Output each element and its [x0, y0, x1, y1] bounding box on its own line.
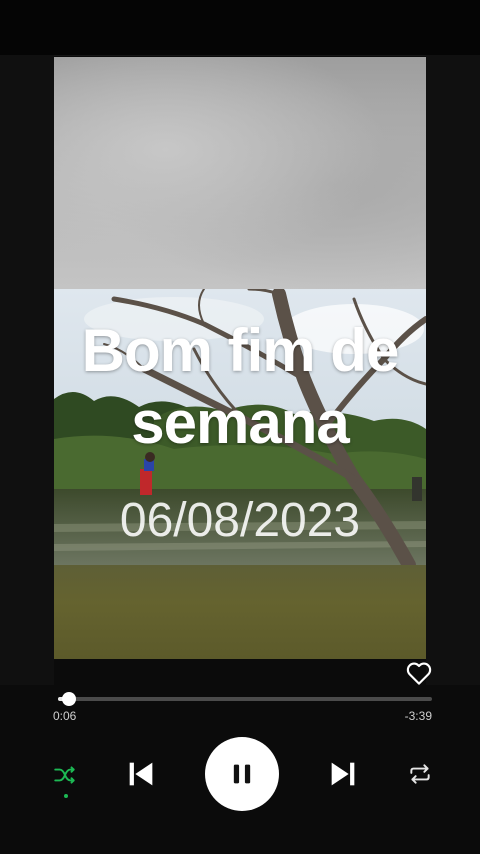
- story-date: 06/08/2023: [119, 494, 361, 547]
- progress-knob[interactable]: [62, 692, 77, 706]
- progress-bar[interactable]: [58, 692, 432, 706]
- elapsed-time: 0:06: [53, 709, 77, 723]
- shuffle-active-dot: [64, 794, 68, 798]
- pause-icon: [233, 764, 251, 784]
- pause-button[interactable]: [205, 737, 279, 811]
- left-margin: [0, 55, 54, 685]
- skip-next-icon[interactable]: [326, 756, 360, 792]
- repeat-icon[interactable]: [406, 761, 434, 787]
- top-bar: [0, 0, 480, 56]
- shuffle-icon[interactable]: [52, 762, 78, 788]
- right-margin: [426, 55, 480, 685]
- skip-previous-icon[interactable]: [124, 756, 158, 792]
- blurred-background-bottom: [54, 565, 426, 659]
- story-video[interactable]: Bom fim de semana 06/08/2023: [54, 57, 426, 659]
- remaining-time: -3:39: [404, 709, 432, 723]
- heart-outline-icon[interactable]: [404, 658, 434, 688]
- blurred-background-top: [54, 57, 426, 289]
- story-title: Bom fim de semana: [81, 317, 400, 456]
